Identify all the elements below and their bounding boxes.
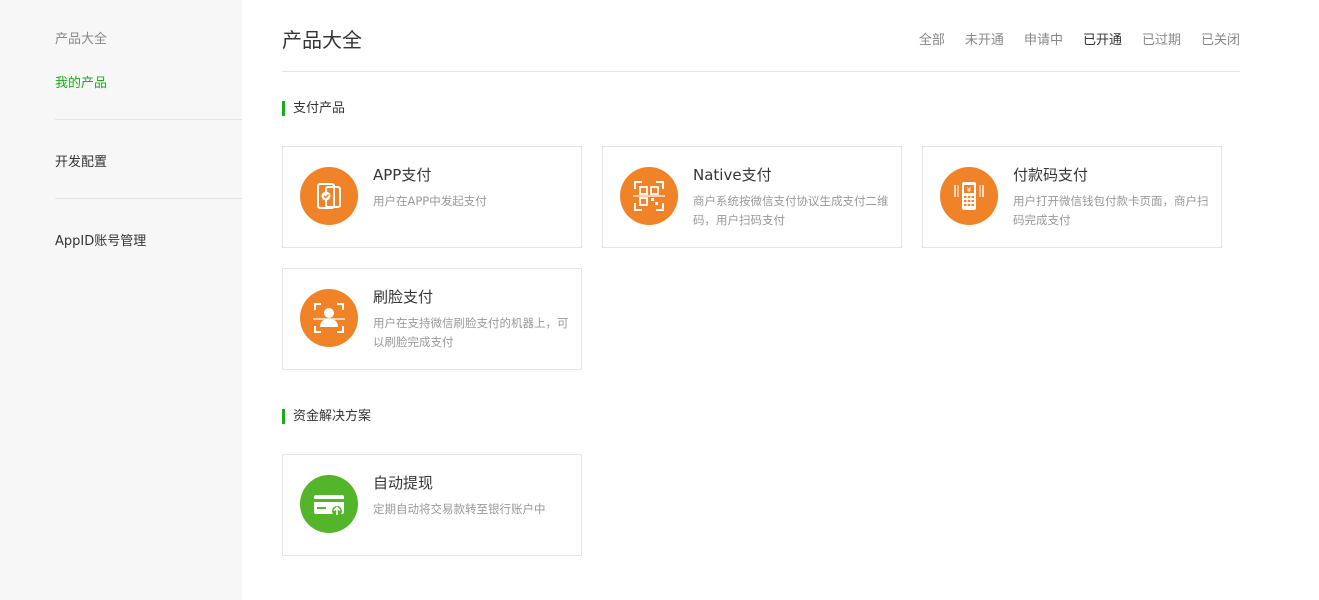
product-name: APP支付 (373, 166, 432, 184)
face-scan-icon (300, 289, 358, 347)
sidebar-item-my-products[interactable]: 我的产品 (55, 72, 107, 91)
product-name: 付款码支付 (1013, 166, 1089, 184)
sidebar-group-title: 产品大全 (55, 32, 108, 47)
product-description: 商户系统按微信支付协议生成支付二维码，用户扫码支付 (693, 194, 889, 227)
page-title: 产品大全 (282, 28, 362, 52)
filter-tab-all[interactable]: 全部 (919, 29, 945, 48)
product-name: 自动提现 (373, 474, 434, 492)
filter-tab-closed[interactable]: 已关闭 (1201, 29, 1240, 48)
product-description: 用户打开微信钱包付款卡页面，商户扫码完成支付 (1013, 194, 1209, 227)
product-name: 刷脸支付 (373, 288, 434, 306)
filter-tab-activated[interactable]: 已开通 (1083, 29, 1122, 48)
app-phone-icon (300, 167, 358, 225)
sidebar: 产品大全 我的产品 开发配置 AppID账号管理 (0, 0, 242, 600)
filter-tab-not-activated[interactable]: 未开通 (965, 29, 1004, 48)
sidebar-item-dev-config[interactable]: 开发配置 (55, 151, 107, 170)
card-withdraw-icon (300, 475, 358, 533)
product-card-face-pay[interactable]: 刷脸支付 用户在支持微信刷脸支付的机器上，可以刷脸完成支付 (282, 268, 582, 370)
filter-tab-expired[interactable]: 已过期 (1142, 29, 1181, 48)
product-card-barcode-pay[interactable]: ¥ 付款码支付 用户打开微信钱包付款卡页面，商户扫码完成支付 (922, 146, 1222, 248)
sidebar-item-appid-management[interactable]: AppID账号管理 (55, 230, 146, 249)
pos-terminal-icon: ¥ (940, 167, 998, 225)
qr-scan-icon (620, 167, 678, 225)
product-description: 用户在APP中发起支付 (373, 194, 487, 208)
product-description: 定期自动将交易款转至银行账户中 (373, 502, 546, 516)
sidebar-divider (55, 198, 242, 199)
product-card-auto-withdraw[interactable]: 自动提现 定期自动将交易款转至银行账户中 (282, 454, 582, 556)
sidebar-divider (55, 119, 242, 120)
filter-tab-applying[interactable]: 申请中 (1024, 29, 1063, 48)
filter-tabs: 全部 未开通 申请中 已开通 已过期 已关闭 (919, 29, 1240, 48)
title-divider (282, 71, 1240, 72)
section-heading-fund-solutions: 资金解决方案 (282, 409, 371, 424)
product-card-native-pay[interactable]: Native支付 商户系统按微信支付协议生成支付二维码，用户扫码支付 (602, 146, 902, 248)
product-card-app-pay[interactable]: APP支付 用户在APP中发起支付 (282, 146, 582, 248)
product-name: Native支付 (693, 166, 772, 184)
svg-text:¥: ¥ (967, 186, 972, 194)
product-description: 用户在支持微信刷脸支付的机器上，可以刷脸完成支付 (373, 316, 569, 349)
section-heading-payment: 支付产品 (282, 101, 345, 116)
